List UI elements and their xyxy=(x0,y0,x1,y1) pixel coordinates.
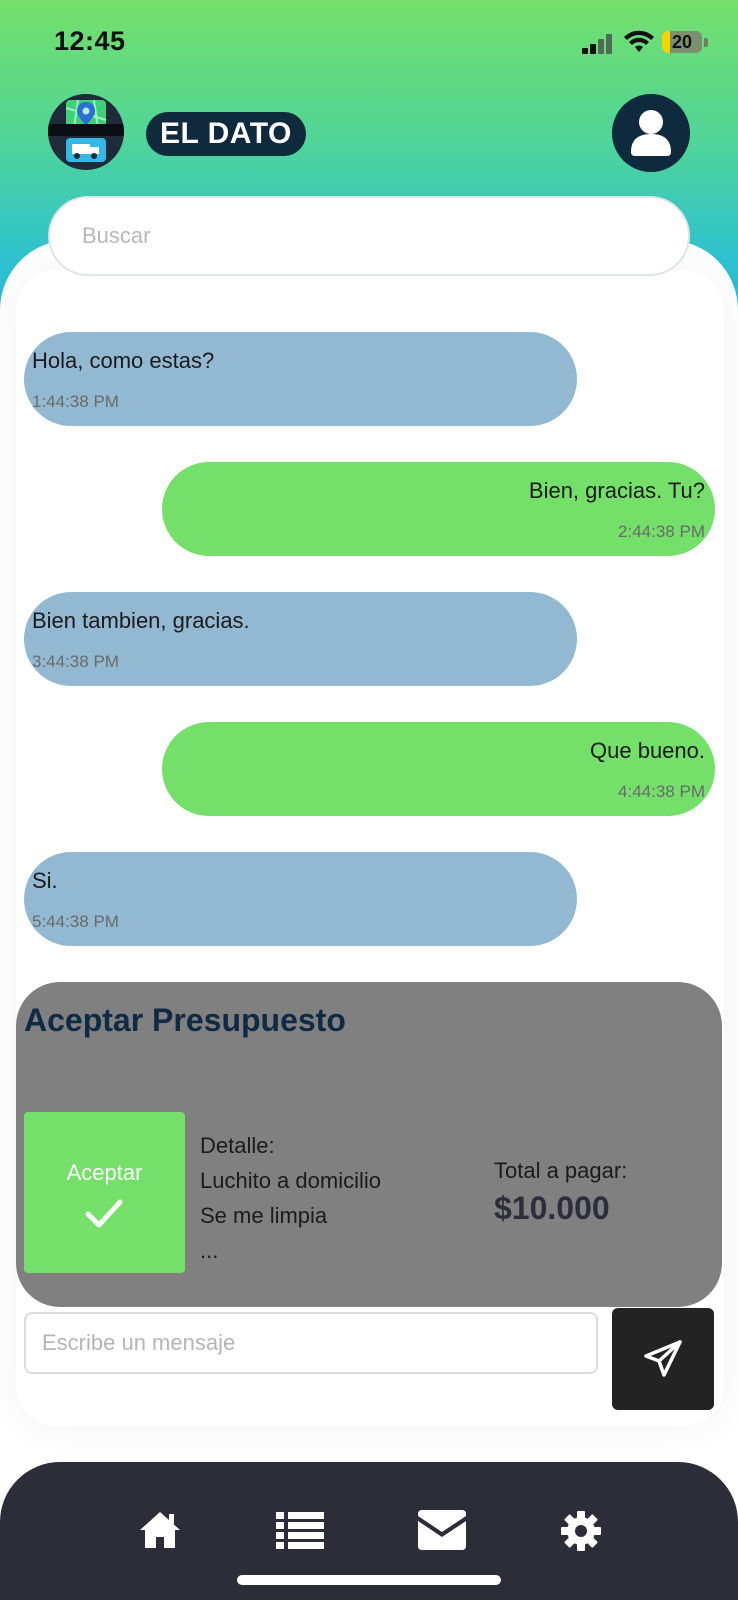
total-value: $10.000 xyxy=(494,1190,610,1226)
message-time: 1:44:38 PM xyxy=(32,392,119,411)
total-label: Total a pagar: xyxy=(494,1158,628,1183)
battery-text: 20 xyxy=(671,32,693,52)
message-time: 4:44:38 PM xyxy=(618,782,705,801)
detail-line: Se me limpia xyxy=(200,1203,328,1228)
detail-label: Detalle: xyxy=(200,1133,275,1158)
home-icon[interactable] xyxy=(138,1510,182,1550)
list-icon[interactable] xyxy=(276,1510,324,1550)
message-text: Bien tambien, gracias. xyxy=(32,608,250,633)
map-truck-logo-icon xyxy=(48,99,124,162)
message-bubble-outgoing: Que bueno. 4:44:38 PM xyxy=(162,722,715,816)
message-time: 3:44:38 PM xyxy=(32,652,119,671)
search-input[interactable]: Buscar xyxy=(48,196,690,276)
app-logo[interactable] xyxy=(48,94,124,170)
budget-detail: Detalle: Luchito a domicilio Se me limpi… xyxy=(200,1128,381,1268)
accept-label: Aceptar xyxy=(66,1160,143,1185)
message-input[interactable]: Escribe un mensaje xyxy=(24,1312,598,1374)
profile-button[interactable] xyxy=(612,94,690,172)
status-time: 12:45 xyxy=(54,26,126,56)
budget-title: Aceptar Presupuesto xyxy=(24,1002,346,1038)
message-bubble-incoming: Hola, como estas? 1:44:38 PM xyxy=(24,332,577,426)
message-time: 5:44:38 PM xyxy=(32,912,119,931)
detail-line: ... xyxy=(200,1238,219,1263)
home-indicator xyxy=(237,1575,501,1585)
send-button[interactable] xyxy=(612,1308,714,1410)
user-icon xyxy=(631,110,671,156)
settings-icon[interactable] xyxy=(560,1510,602,1552)
message-text: Si. xyxy=(32,868,58,893)
message-bubble-incoming: Si. 5:44:38 PM xyxy=(24,852,577,946)
check-icon xyxy=(85,1199,123,1228)
mail-icon[interactable] xyxy=(418,1510,466,1550)
budget-card: Aceptar Presupuesto Aceptar Detalle: Luc… xyxy=(16,982,722,1307)
message-bubble-outgoing: Bien, gracias. Tu? 2:44:38 PM xyxy=(162,462,715,556)
message-time: 2:44:38 PM xyxy=(618,522,705,541)
message-text: Hola, como estas? xyxy=(32,348,215,373)
message-text: Que bueno. xyxy=(590,738,705,763)
message-bubble-incoming: Bien tambien, gracias. 3:44:38 PM xyxy=(24,592,577,686)
accept-button[interactable]: Aceptar xyxy=(24,1112,185,1273)
battery-indicator: 20 xyxy=(662,31,702,53)
brand-name: EL DATO xyxy=(146,112,306,156)
message-text: Bien, gracias. Tu? xyxy=(528,478,705,503)
battery-tip xyxy=(704,38,708,47)
detail-line: Luchito a domicilio xyxy=(200,1168,381,1193)
wifi-icon xyxy=(624,30,654,52)
signal-icon xyxy=(582,34,614,54)
send-icon xyxy=(644,1340,682,1377)
